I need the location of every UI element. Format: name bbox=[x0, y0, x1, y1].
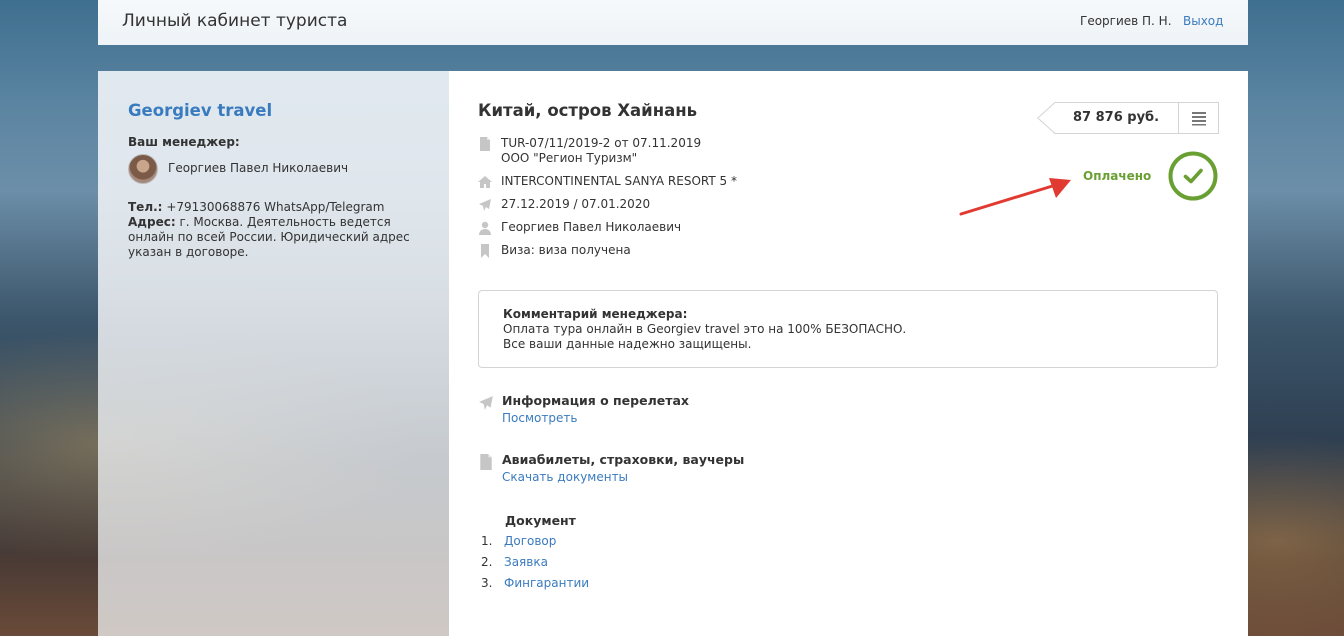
manager-label: Ваш менеджер: bbox=[128, 135, 240, 149]
plane-icon bbox=[479, 396, 493, 410]
plane-icon bbox=[479, 199, 491, 211]
contacts: Тел.: +79130068876 WhatsApp/Telegram Адр… bbox=[128, 200, 418, 260]
sidebar: Georgiev travel Ваш менеджер: Георгиев П… bbox=[98, 71, 449, 636]
visa-info: Виза: виза получена bbox=[478, 243, 631, 258]
comment-line: Оплата тура онлайн в Georgiev travel это… bbox=[503, 322, 907, 336]
list-number: 1. bbox=[481, 534, 493, 548]
list-item: 1. Договор bbox=[481, 534, 556, 548]
documents-heading: Авиабилеты, страховки, ваучеры bbox=[502, 452, 745, 467]
tour-operator: ООО "Регион Туризм" bbox=[501, 151, 638, 165]
annotation-arrow bbox=[959, 178, 1071, 216]
comment-line: Все ваши данные надежно защищены. bbox=[503, 337, 752, 351]
check-circle-icon bbox=[1168, 151, 1218, 201]
financial-guarantees-link[interactable]: Фингарантии bbox=[504, 576, 589, 590]
user-name: Георгиев П. Н. bbox=[1080, 14, 1172, 28]
phone-value: +79130068876 WhatsApp/Telegram bbox=[166, 200, 385, 214]
price-value: 87 876 руб. bbox=[1073, 110, 1160, 125]
list-item: 3. Фингарантии bbox=[481, 576, 589, 590]
top-bar: Личный кабинет туриста Георгиев П. Н. Вы… bbox=[98, 0, 1248, 45]
tourist-name: Георгиев Павел Николаевич bbox=[501, 220, 682, 234]
tour-panel: Китай, остров Хайнань TUR-07/11/2019-2 о… bbox=[449, 71, 1248, 636]
paid-status: Оплачено bbox=[1083, 169, 1152, 183]
manager-comment: Комментарий менеджера: Оплата тура онлай… bbox=[478, 290, 1218, 368]
list-icon bbox=[1192, 112, 1206, 126]
doc-list-title: Документ bbox=[505, 513, 576, 528]
document-icon bbox=[480, 454, 492, 470]
manager-name: Георгиев Павел Николаевич bbox=[168, 161, 349, 175]
application-link[interactable]: Заявка bbox=[504, 555, 548, 569]
comment-heading: Комментарий менеджера: bbox=[503, 307, 688, 321]
contract-link[interactable]: Договор bbox=[504, 534, 556, 548]
dates-info: 27.12.2019 / 07.01.2020 bbox=[478, 197, 650, 212]
bookmark-icon bbox=[481, 244, 489, 258]
flights-heading: Информация о перелетах bbox=[502, 393, 689, 408]
view-flights-link[interactable]: Посмотреть bbox=[502, 409, 689, 428]
price-menu-button[interactable] bbox=[1179, 102, 1219, 134]
user-icon bbox=[479, 221, 491, 235]
visa-status: Виза: виза получена bbox=[501, 243, 631, 257]
order-info: TUR-07/11/2019-2 от 07.11.2019 ООО "Реги… bbox=[478, 136, 701, 166]
list-number: 3. bbox=[481, 576, 493, 590]
logout-link[interactable]: Выход bbox=[1183, 14, 1223, 28]
download-documents-link[interactable]: Скачать документы bbox=[502, 468, 744, 487]
order-number: TUR-07/11/2019-2 от 07.11.2019 bbox=[501, 136, 702, 150]
flights-section: Информация о перелетах Посмотреть bbox=[478, 392, 689, 428]
page-title: Личный кабинет туриста bbox=[122, 11, 348, 31]
document-icon bbox=[480, 137, 490, 151]
address-label: Адрес: bbox=[128, 215, 176, 229]
list-item: 2. Заявка bbox=[481, 555, 548, 569]
price-tag: 87 876 руб. bbox=[1037, 102, 1219, 134]
brand-name: Georgiev travel bbox=[128, 101, 273, 120]
hotel-info: INTERCONTINENTAL SANYA RESORT 5 * bbox=[478, 174, 737, 189]
tourist-info: Георгиев Павел Николаевич bbox=[478, 220, 681, 235]
avatar bbox=[128, 154, 158, 184]
home-icon bbox=[478, 176, 492, 188]
tour-dates: 27.12.2019 / 07.01.2020 bbox=[501, 197, 651, 211]
hotel-name: INTERCONTINENTAL SANYA RESORT 5 * bbox=[501, 174, 737, 188]
list-number: 2. bbox=[481, 555, 493, 569]
tour-title: Китай, остров Хайнань bbox=[478, 101, 698, 120]
phone-label: Тел.: bbox=[128, 200, 163, 214]
documents-section: Авиабилеты, страховки, ваучеры Скачать д… bbox=[478, 451, 744, 487]
